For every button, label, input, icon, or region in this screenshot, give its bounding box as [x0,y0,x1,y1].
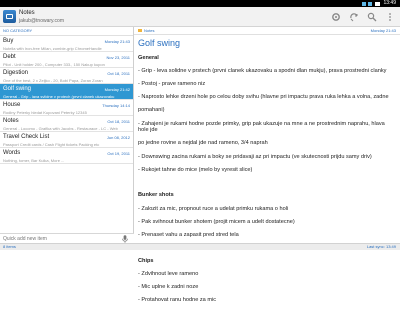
note-line: pomahani) [138,107,165,114]
note-title-heading[interactable]: Golf swing [138,38,180,48]
app-title: Notes [19,10,35,16]
note-date: Oct 18, 2011 [107,119,130,124]
last-sync: Last sync: 13:49 [366,244,396,249]
note-line: - Downswing zacina rukami a boky se prid… [138,153,372,160]
note-line: - Grip - leva solidne v prstech (prvni c… [138,67,387,74]
section-heading: General [138,54,159,61]
notification-icon [368,1,373,6]
note-line: - Zalozit za mic, propnout ruce a udelat… [138,205,289,212]
editor-header: Notes Monday 21:43 [134,27,400,35]
section-heading: Bunker shots [138,192,174,199]
note-line: - Postoj - prave rameno niz [138,80,206,87]
notification-icon [362,1,367,6]
note-title: Debt [3,54,16,60]
note-preview: Nothing, tomer, Bar Kulka, More ... [3,158,65,163]
account-email: jakub@tnowary.com [19,18,64,24]
note-preview: Rodiny Peterky hledat Kupovani Peterky 1… [3,110,87,115]
folder-name: Notes [144,28,155,33]
app-header: Notes jakub@tnowary.com [0,7,400,27]
note-date: Monday 21:42 [104,87,130,92]
note-date: Oct 19, 2011 [107,151,130,156]
list-item-golf-swing[interactable]: Golf swing Monday 21:42 General - Grip -… [0,84,133,100]
note-preview: General - Locomo - Grafika with Jacobs -… [3,126,118,131]
sync-icon[interactable] [347,10,361,24]
note-date: Thursday 14:14 [102,103,130,108]
quick-add-bar [0,233,134,243]
list-item-travel-check-list[interactable]: Travel Check List Jun 08, 2012 Passport … [0,132,133,148]
note-title: Digestion [3,70,29,76]
note-date: Nov 23, 2011 [106,55,131,60]
note-modified-date: Monday 21:43 [370,28,396,33]
note-title: Golf swing [3,86,32,92]
note-line: - Prenaset vahu a zapasit pred stred tel… [138,232,239,239]
folder-label[interactable]: Notes [138,28,154,33]
more-icon[interactable] [383,10,397,24]
note-title: Buy [3,38,14,44]
note-editor: Notes Monday 21:43 Golf swing General - … [134,27,400,303]
note-title: Travel Check List [3,134,50,140]
note-line: - Protahovat ranu hodne za mic [138,297,217,304]
search-icon[interactable] [365,10,379,24]
status-footer: 8 items Last sync: 13:49 [0,243,400,250]
folder-icon [138,29,142,32]
notification-icons [362,1,373,6]
items-count: 8 items [3,244,16,249]
list-item-notes[interactable]: Notes Oct 18, 2011 General - Locomo - Gr… [0,116,133,132]
battery-icon [375,1,381,6]
note-title: Notes [3,118,19,124]
note-body[interactable]: General - Grip - leva solidne v prstech … [138,48,390,311]
notes-app-icon[interactable] [3,10,16,23]
toolbar [329,10,397,24]
note-preview: General - Grip - lava svlidne v protech … [3,94,115,99]
note-line: - Naprosto lehke drzeni hole po celou do… [138,94,389,101]
quick-add-input[interactable] [3,235,113,242]
note-title: Words [3,150,21,156]
note-line: po jedne rovine a nejdal jde nad rameno,… [138,140,268,147]
list-item-house[interactable]: House Thursday 14:14 Rodiny Peterky hled… [0,100,133,116]
note-line: - Zdvihnout leve rameno [138,271,199,277]
note-line: - Zahajeni je rukami hodne pozde primky,… [138,120,385,134]
note-date: Monday 21:43 [104,39,130,44]
section-heading: Chips [138,257,154,264]
settings-icon[interactable] [329,10,343,24]
list-item-debt[interactable]: Debt Nov 23, 2011 Pilot - Unit holder 20… [0,52,133,68]
note-preview: Pilot - Unit holder 200., Computer 333.,… [3,62,105,67]
note-preview: Passport Credit cards / Cash Flight tick… [3,142,100,147]
note-preview: Nutella with Iron-free Milan, zombie-gri… [3,46,102,51]
list-item-words[interactable]: Words Oct 19, 2011 Nothing, tomer, Bar K… [0,148,133,164]
microphone-icon[interactable] [122,235,128,243]
note-preview: One of the best, 2 x Zeljko - 20, Bobi P… [3,78,103,83]
list-item-buy[interactable]: Buy Monday 21:43 Nutella with Iron-free … [0,36,133,52]
note-date: Oct 18, 2011 [107,71,130,76]
note-line: - Mic uplne k zadni noze [138,284,199,291]
notes-list: NO CATEGORY Buy Monday 21:43 Nutella wit… [0,27,134,233]
note-date: Jun 08, 2012 [106,135,130,140]
note-line: - Pak svihnout bunker shotem (projit mic… [138,218,295,225]
note-line: - Rukojet tahne do mice (melo by vyresit… [138,166,253,173]
note-title: House [3,102,21,108]
category-header: NO CATEGORY [0,27,133,36]
status-bar: 13:49 [0,0,400,7]
list-item-digestion[interactable]: Digestion Oct 18, 2011 One of the best, … [0,68,133,84]
status-time: 13:49 [383,0,396,6]
